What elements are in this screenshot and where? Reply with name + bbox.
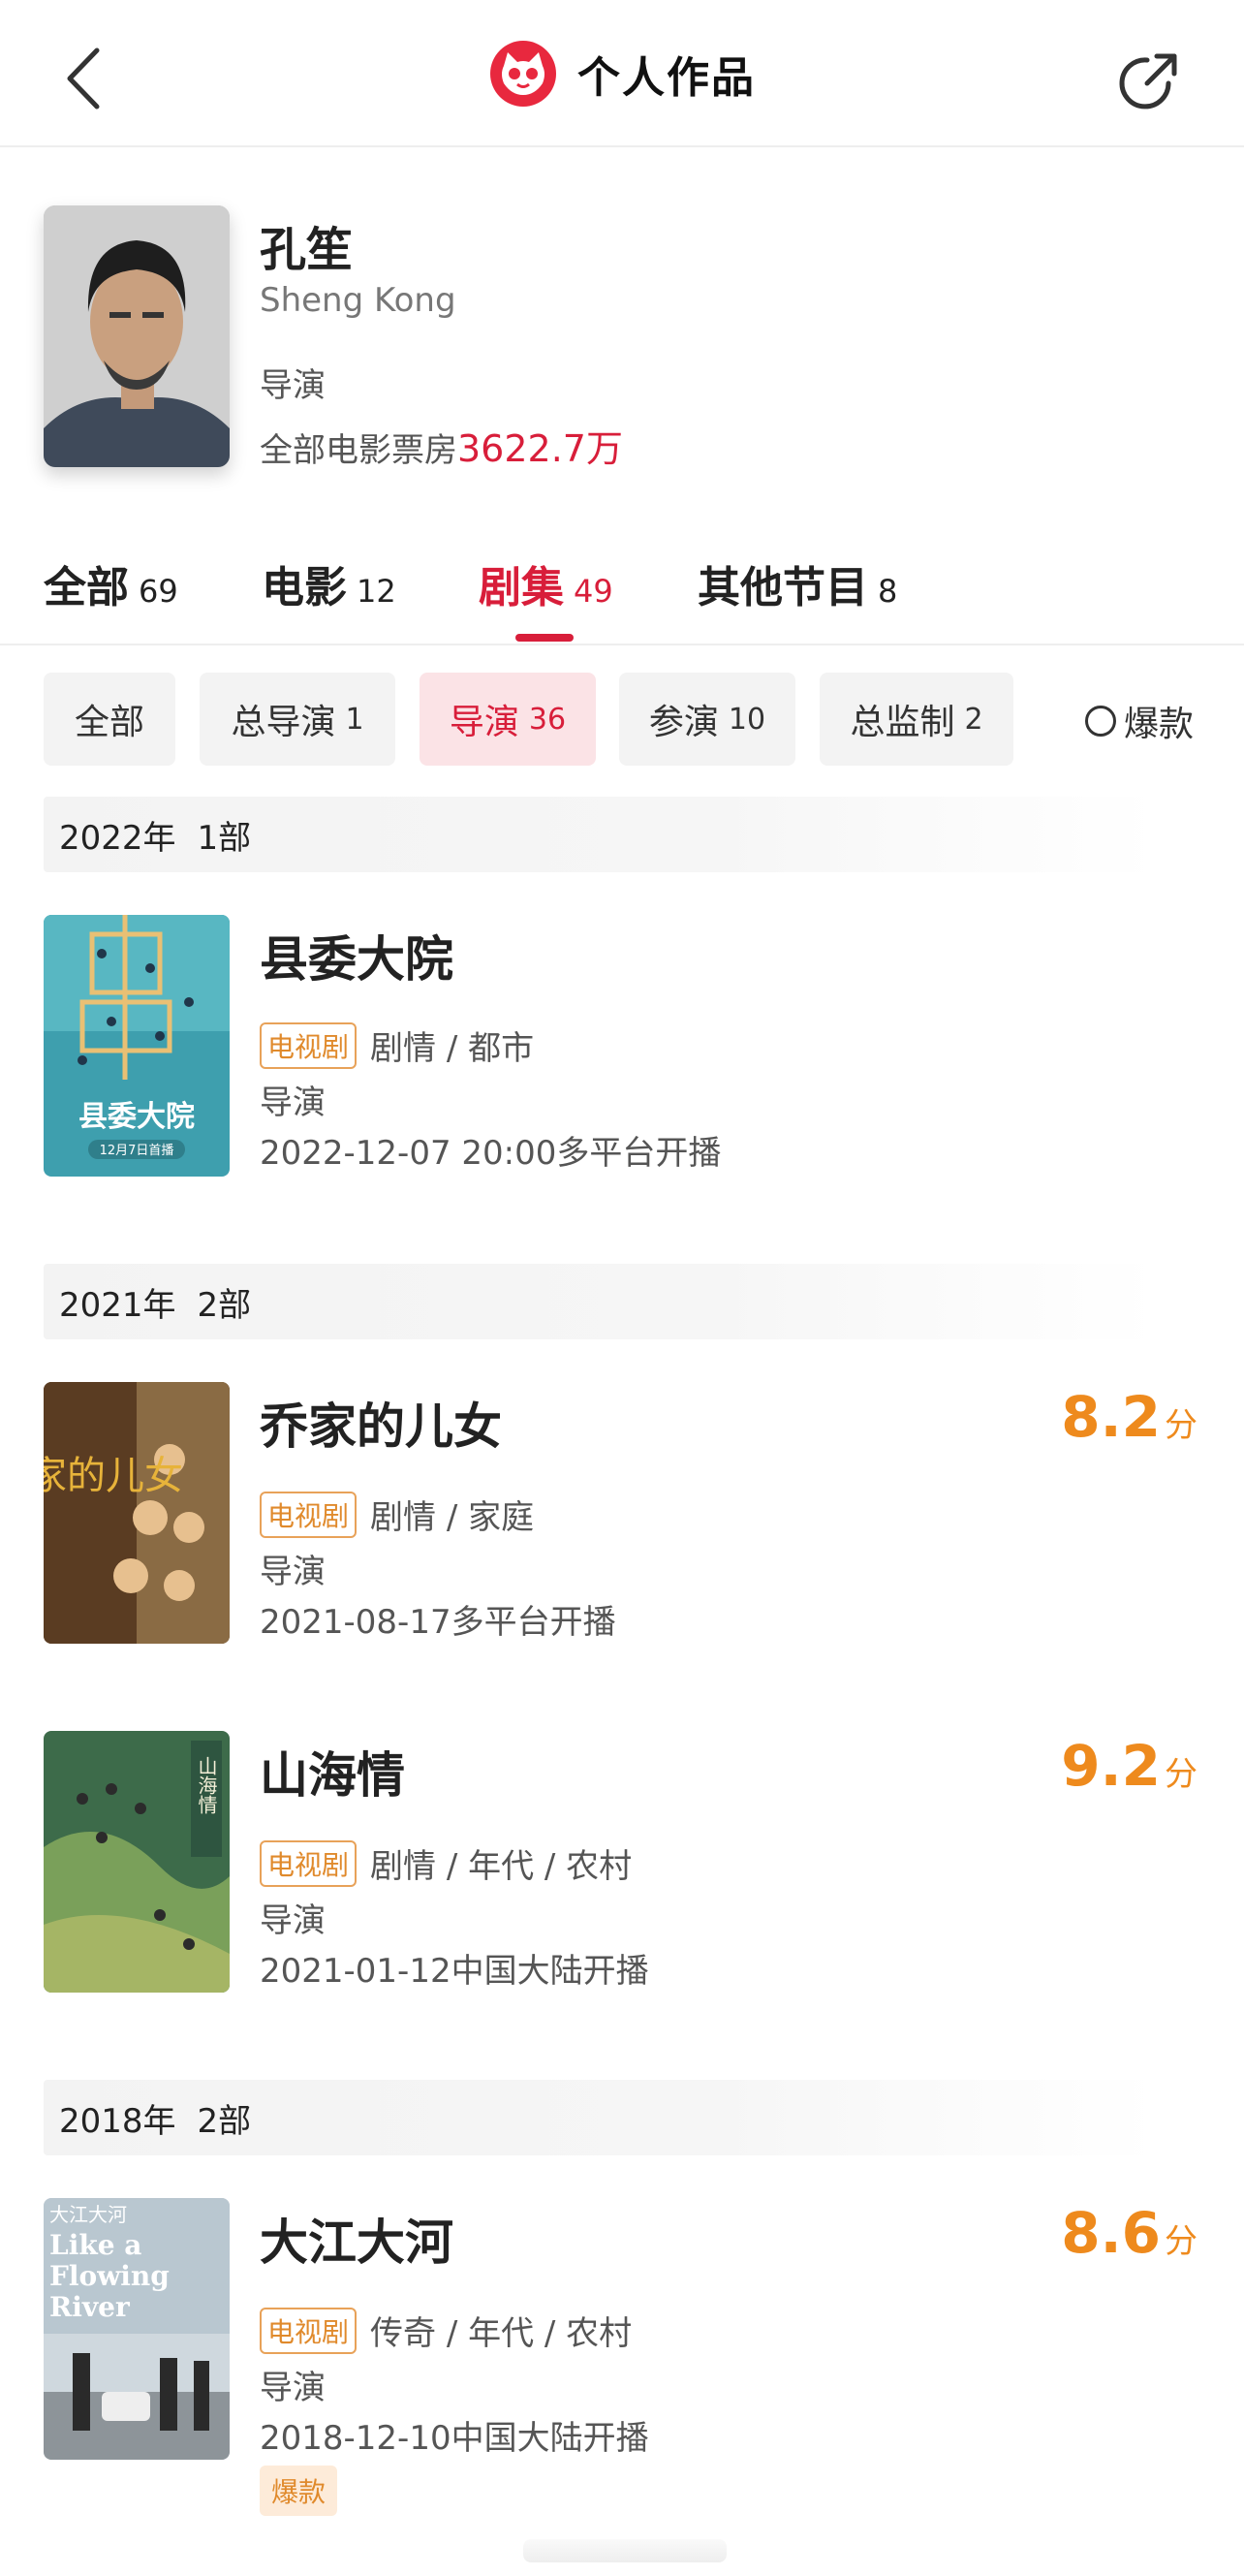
- work-role: 导演: [260, 1553, 326, 1591]
- poster-image[interactable]: 县委大院 12月7日首播: [44, 915, 230, 1177]
- poster-title: 山海情: [195, 1756, 218, 1814]
- filter-chip-chief-director[interactable]: 总导演 1: [200, 673, 395, 766]
- page-title: 个人作品: [577, 53, 756, 103]
- chip-label: 总监制: [850, 703, 955, 742]
- category-tabs: 全部 69 电影 12 剧集 49 其他节目 8: [0, 543, 1244, 645]
- year-count: 1部: [197, 818, 252, 858]
- chip-count: 36: [528, 702, 567, 737]
- hot-badge: 爆款: [260, 2466, 338, 2516]
- type-badge: 电视剧: [260, 1491, 358, 1538]
- work-role: 导演: [260, 1901, 326, 1940]
- year-label: 2022年: [59, 818, 176, 858]
- work-tags: 电视剧 剧情 / 都市: [260, 1021, 534, 1069]
- chip-label: 全部: [74, 703, 144, 742]
- share-icon[interactable]: [1114, 48, 1182, 116]
- person-name: 孔笙: [260, 223, 354, 277]
- radio-circle-icon[interactable]: [1085, 706, 1116, 737]
- boxoffice-label: 全部电影票房: [260, 431, 457, 470]
- profile-photo[interactable]: [44, 205, 230, 467]
- year-label: 2021年: [59, 1285, 176, 1325]
- poster-en-line: River: [49, 2291, 131, 2323]
- tab-all[interactable]: 全部 69: [44, 552, 178, 614]
- year-count: 2部: [197, 2101, 252, 2141]
- work-role: 导演: [260, 1084, 326, 1122]
- score-value: 8.6: [1061, 2200, 1161, 2266]
- work-title[interactable]: 大江大河: [260, 2204, 453, 2274]
- tab-count: 8: [878, 573, 898, 610]
- title-wrap: 个人作品: [0, 0, 1244, 147]
- filter-chip-chief-supervisor[interactable]: 总监制 2: [820, 673, 1013, 766]
- chip-label: 参演: [648, 703, 719, 742]
- work-tags: 电视剧 剧情 / 年代 / 农村: [260, 1839, 632, 1887]
- tab-count: 12: [357, 573, 396, 610]
- tab-other-shows[interactable]: 其他节目 8: [698, 552, 897, 614]
- work-tags: 电视剧 传奇 / 年代 / 农村: [260, 2307, 632, 2354]
- tab-label: 电影: [262, 563, 347, 613]
- poster-title: 大江大河: [49, 2203, 127, 2226]
- score-unit: 分: [1165, 1406, 1197, 1445]
- year-count: 2部: [197, 1285, 252, 1325]
- tab-label: 其他节目: [698, 563, 868, 613]
- chip-label: 导演: [449, 703, 519, 742]
- top-bar: 个人作品: [0, 0, 1244, 147]
- release-info: 2022-12-07 20:00多平台开播: [260, 1134, 722, 1173]
- genres: 剧情 / 都市: [370, 1029, 535, 1068]
- hot-toggle-label: 爆款: [1124, 705, 1195, 744]
- poster-title: 乔家的儿女: [44, 1454, 183, 1498]
- work-tags: 电视剧 剧情 / 家庭: [260, 1491, 534, 1538]
- year-group-header: 2021年 2部: [44, 1264, 1158, 1339]
- chip-count: 2: [964, 702, 983, 737]
- year-label: 2018年: [59, 2101, 176, 2141]
- cat-logo-icon: [490, 41, 556, 107]
- person-name-en: Sheng Kong: [260, 281, 456, 320]
- work-role: 导演: [260, 2369, 326, 2407]
- work-title[interactable]: 乔家的儿女: [260, 1388, 502, 1458]
- year-group-header: 2018年 2部: [44, 2080, 1158, 2155]
- work-title[interactable]: 山海情: [260, 1737, 405, 1806]
- active-tab-indicator: [515, 634, 574, 642]
- tab-count: 69: [139, 573, 178, 610]
- chip-count: 10: [728, 702, 766, 737]
- rating-score: 8.2 分: [1061, 1384, 1197, 1450]
- person-role: 导演: [260, 366, 326, 405]
- hot-only-toggle[interactable]: 爆款: [1085, 696, 1194, 746]
- type-badge: 电视剧: [260, 1839, 358, 1887]
- bottom-indicator: [523, 2539, 727, 2562]
- poster-subtitle: 12月7日首播: [100, 1144, 174, 1158]
- filter-chip-director[interactable]: 导演 36: [420, 673, 596, 766]
- score-unit: 分: [1165, 1755, 1197, 1794]
- score-value: 9.2: [1061, 1733, 1161, 1799]
- poster-en-line: Like a: [49, 2229, 141, 2261]
- poster-en-line: Flowing: [49, 2260, 170, 2292]
- tab-count: 49: [574, 573, 613, 610]
- release-info: 2021-01-12中国大陆开播: [260, 1952, 649, 1991]
- poster-image[interactable]: 乔家的儿女: [44, 1382, 230, 1644]
- tab-label: 剧集: [479, 563, 564, 613]
- tab-label: 全部: [44, 563, 129, 613]
- score-value: 8.2: [1061, 1384, 1161, 1450]
- genres: 剧情 / 家庭: [370, 1498, 535, 1537]
- work-title[interactable]: 县委大院: [260, 921, 453, 990]
- genres: 传奇 / 年代 / 农村: [370, 2314, 633, 2353]
- chip-count: 1: [345, 702, 364, 737]
- poster-image[interactable]: 山海情: [44, 1731, 230, 1993]
- rating-score: 8.6 分: [1061, 2200, 1197, 2266]
- type-badge: 电视剧: [260, 1021, 358, 1069]
- release-info: 2018-12-10中国大陆开播: [260, 2419, 649, 2458]
- score-unit: 分: [1165, 2222, 1197, 2261]
- tab-series[interactable]: 剧集 49: [479, 552, 613, 614]
- rating-score: 9.2 分: [1061, 1733, 1197, 1799]
- poster-image[interactable]: 大江大河 Like a Flowing River: [44, 2198, 230, 2460]
- boxoffice-value: 3622.7万: [457, 427, 623, 470]
- chip-label: 总导演: [231, 703, 336, 742]
- poster-title: 县委大院: [78, 1100, 195, 1134]
- type-badge: 电视剧: [260, 2307, 358, 2354]
- filter-chip-actor[interactable]: 参演 10: [619, 673, 795, 766]
- release-info: 2021-08-17多平台开播: [260, 1603, 616, 1642]
- boxoffice-summary: 全部电影票房3622.7万: [260, 419, 623, 472]
- genres: 剧情 / 年代 / 农村: [370, 1847, 633, 1886]
- tab-movies[interactable]: 电影 12: [262, 552, 396, 614]
- filter-chip-all[interactable]: 全部: [44, 673, 175, 766]
- year-group-header: 2022年 1部: [44, 797, 1158, 872]
